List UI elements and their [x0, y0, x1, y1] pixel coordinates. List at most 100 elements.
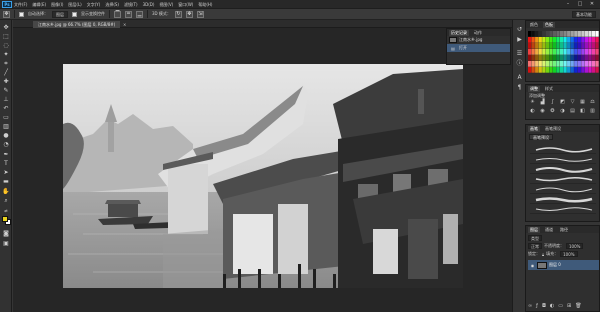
- tab-layers[interactable]: 图层: [528, 226, 540, 233]
- color-swatch[interactable]: [595, 61, 599, 67]
- brush-stroke-preview[interactable]: [530, 155, 596, 164]
- eye-icon[interactable]: ◉: [530, 263, 535, 268]
- layer-kind-filter[interactable]: 类型: [528, 235, 542, 241]
- tab-paths[interactable]: 路径: [558, 227, 570, 233]
- color-swatch[interactable]: [549, 37, 553, 43]
- crop-icon[interactable]: ⌗: [2, 60, 10, 67]
- posterize-icon[interactable]: ▤: [569, 108, 576, 114]
- color-swatch[interactable]: [528, 67, 532, 73]
- color-swatch[interactable]: [556, 31, 560, 37]
- color-swatch[interactable]: [574, 31, 578, 37]
- color-swatch[interactable]: [574, 67, 578, 73]
- color-swatch[interactable]: [528, 37, 532, 43]
- color-swatch[interactable]: [542, 55, 546, 61]
- color-swatch[interactable]: [535, 61, 539, 67]
- color-swatch[interactable]: [588, 67, 592, 73]
- pen-icon[interactable]: ✒: [2, 151, 10, 158]
- color-swatch[interactable]: [591, 37, 596, 43]
- color-swatch[interactable]: [545, 43, 549, 49]
- levels-icon[interactable]: ▟: [539, 99, 546, 105]
- color-swatch[interactable]: [556, 55, 560, 61]
- lasso-icon[interactable]: ◌: [2, 42, 10, 49]
- threshold-icon[interactable]: ◧: [579, 108, 586, 114]
- color-swatch[interactable]: [528, 55, 532, 61]
- color-swatch[interactable]: [549, 43, 553, 49]
- brush-stroke-preview[interactable]: [530, 185, 596, 194]
- paragraph-panel-icon[interactable]: ¶: [516, 84, 523, 91]
- color-swatch[interactable]: [531, 49, 535, 55]
- color-swatch[interactable]: [577, 55, 581, 61]
- color-swatch[interactable]: [591, 67, 596, 73]
- maximize-button[interactable]: □: [575, 1, 585, 8]
- eraser-icon[interactable]: ▭: [2, 114, 10, 121]
- color-swatch[interactable]: [595, 43, 599, 49]
- color-swatch[interactable]: [570, 31, 574, 37]
- document-photo[interactable]: [63, 64, 463, 288]
- curves-icon[interactable]: ∫: [549, 99, 556, 105]
- color-swatch[interactable]: [559, 37, 564, 43]
- color-swatch[interactable]: [559, 43, 564, 49]
- color-swatch[interactable]: [556, 37, 560, 43]
- quick-mask-icon[interactable]: ◙: [2, 230, 10, 237]
- healing-brush-icon[interactable]: ✚: [2, 78, 10, 85]
- tab-actions[interactable]: 动作: [472, 30, 484, 36]
- align-middle-icon[interactable]: ═: [125, 10, 132, 18]
- color-balance-icon[interactable]: ⚖: [589, 99, 596, 105]
- color-swatch[interactable]: [595, 31, 599, 37]
- move-icon[interactable]: ✥: [2, 24, 10, 31]
- color-swatch[interactable]: [559, 67, 564, 73]
- color-swatch[interactable]: [563, 31, 567, 37]
- marquee-icon[interactable]: ⬚: [2, 33, 10, 40]
- lock-icon[interactable]: 🔒︎: [542, 252, 544, 257]
- color-swatch[interactable]: [552, 61, 557, 67]
- color-swatch[interactable]: [577, 37, 581, 43]
- color-swatch[interactable]: [563, 43, 567, 49]
- delete-layer-icon[interactable]: 🗑︎: [575, 303, 581, 309]
- document-tab[interactable]: 江南水乡.jpg @ 66.7% (图层 0, RGB/8#): [33, 21, 121, 28]
- color-swatch[interactable]: [549, 67, 553, 73]
- color-swatch[interactable]: [563, 61, 567, 67]
- exposure-icon[interactable]: ◩: [559, 99, 566, 105]
- color-swatch[interactable]: [552, 37, 557, 43]
- color-swatch[interactable]: [567, 37, 571, 43]
- menu-edit[interactable]: 编辑(E): [32, 0, 46, 9]
- color-swatch[interactable]: [531, 67, 535, 73]
- color-swatch[interactable]: [577, 43, 581, 49]
- color-swatch[interactable]: [595, 49, 599, 55]
- brush-stroke-preview[interactable]: [530, 205, 596, 214]
- color-swatch[interactable]: [538, 31, 542, 37]
- menu-view[interactable]: 视图(V): [159, 0, 173, 9]
- align-top-icon[interactable]: ▔: [114, 10, 121, 18]
- tab-styles[interactable]: 样式: [543, 86, 555, 92]
- new-layer-icon[interactable]: ⊞: [567, 303, 571, 309]
- color-swatch[interactable]: [538, 49, 542, 55]
- color-swatch[interactable]: [591, 55, 596, 61]
- color-swatch[interactable]: [542, 61, 546, 67]
- color-swatch[interactable]: [570, 67, 574, 73]
- color-swatch[interactable]: [591, 49, 596, 55]
- new-group-icon[interactable]: ▭: [558, 303, 563, 309]
- color-swatch[interactable]: [556, 61, 560, 67]
- menu-help[interactable]: 帮助(H): [198, 0, 212, 9]
- color-swatch[interactable]: [588, 31, 592, 37]
- link-layers-icon[interactable]: ∞: [528, 303, 532, 309]
- color-swatch[interactable]: [531, 55, 535, 61]
- color-swatch[interactable]: [588, 55, 592, 61]
- canvas-area[interactable]: [13, 28, 512, 312]
- color-swatch[interactable]: [577, 49, 581, 55]
- color-swatch[interactable]: [535, 31, 539, 37]
- color-swatch[interactable]: [581, 67, 585, 73]
- color-swatch[interactable]: [531, 43, 535, 49]
- color-swatch[interactable]: [567, 31, 571, 37]
- color-swatch[interactable]: [542, 31, 546, 37]
- magic-wand-icon[interactable]: ✦: [2, 51, 10, 58]
- color-swatch[interactable]: [581, 31, 585, 37]
- color-swatch[interactable]: [588, 43, 592, 49]
- tab-history[interactable]: 历史记录: [449, 29, 469, 36]
- history-snapshot-row[interactable]: 江南水乡.jpg: [447, 36, 510, 44]
- color-swatch[interactable]: [581, 43, 585, 49]
- swap-colors-icon[interactable]: ⇄: [2, 207, 10, 214]
- color-swatch[interactable]: [538, 37, 542, 43]
- auto-select-target-dropdown[interactable]: 图层: [52, 10, 68, 18]
- info-panel-icon[interactable]: ⓘ: [516, 60, 523, 67]
